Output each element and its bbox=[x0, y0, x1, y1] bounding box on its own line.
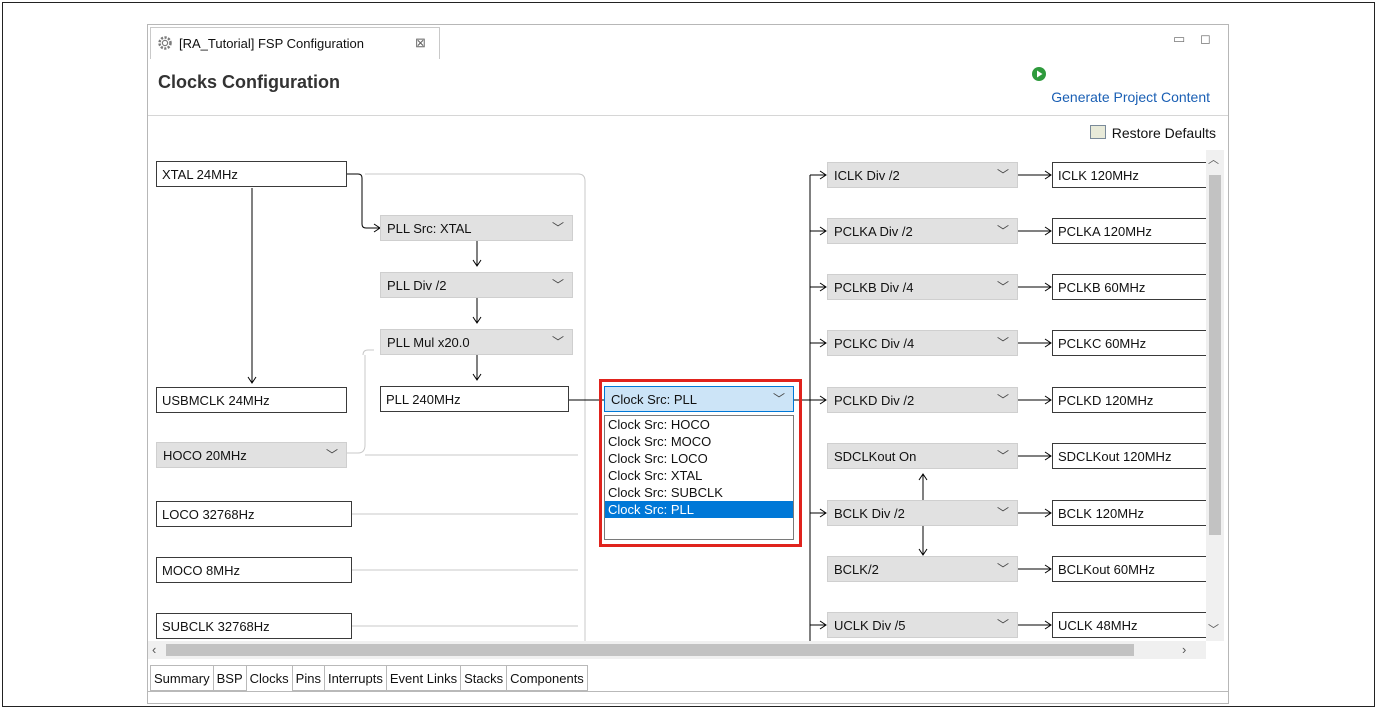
pclka-div-select[interactable]: PCLKA Div /2 ﹀ bbox=[827, 218, 1018, 244]
tab-interrupts[interactable]: Interrupts bbox=[324, 665, 387, 691]
bclk-div-select[interactable]: BCLK Div /2 ﹀ bbox=[827, 500, 1018, 526]
tab-bsp[interactable]: BSP bbox=[213, 665, 247, 691]
uclk-output: UCLK 48MHz bbox=[1052, 612, 1206, 638]
scroll-right-icon[interactable]: › bbox=[1182, 642, 1186, 657]
chevron-down-icon: ﹀ bbox=[551, 278, 564, 292]
pclkd-div-select[interactable]: PCLKD Div /2 ﹀ bbox=[827, 387, 1018, 413]
bclk-half-label: BCLK/2 bbox=[834, 562, 879, 577]
hoco-select[interactable]: HOCO 20MHz ﹀ bbox=[156, 442, 347, 468]
bclk-output: BCLK 120MHz bbox=[1052, 500, 1206, 526]
pll-mul-select[interactable]: PLL Mul x20.0 ﹀ bbox=[380, 329, 573, 355]
pll-mul-label: PLL Mul x20.0 bbox=[387, 335, 470, 350]
uclk-div-label: UCLK Div /5 bbox=[834, 618, 906, 633]
pll-output: PLL 240MHz bbox=[380, 386, 569, 412]
loco-source: LOCO 32768Hz bbox=[156, 501, 352, 527]
sdclkout-label: SDCLKout On bbox=[834, 449, 917, 464]
chevron-down-icon: ﹀ bbox=[996, 506, 1009, 520]
hoco-select-label: HOCO 20MHz bbox=[163, 448, 247, 463]
chevron-down-icon: ﹀ bbox=[996, 393, 1009, 407]
bottom-tab-bar: Summary BSP Clocks Pins Interrupts Event… bbox=[150, 665, 588, 692]
subclk-source: SUBCLK 32768Hz bbox=[156, 613, 352, 639]
chevron-down-icon: ﹀ bbox=[551, 221, 564, 235]
pll-div-label: PLL Div /2 bbox=[387, 278, 447, 293]
pclkb-output: PCLKB 60MHz bbox=[1052, 274, 1206, 300]
chevron-down-icon: ﹀ bbox=[996, 562, 1009, 576]
chevron-down-icon: ﹀ bbox=[996, 449, 1009, 463]
scroll-up-icon[interactable]: ︿ bbox=[1208, 151, 1219, 167]
clock-diagram: XTAL 24MHz USBMCLK 24MHz HOCO 20MHz ﹀ LOC… bbox=[148, 25, 1206, 641]
vertical-scrollbar-thumb[interactable] bbox=[1209, 175, 1221, 535]
uclk-div-select[interactable]: UCLK Div /5 ﹀ bbox=[827, 612, 1018, 638]
pll-div-select[interactable]: PLL Div /2 ﹀ bbox=[380, 272, 573, 298]
chevron-down-icon: ﹀ bbox=[996, 618, 1009, 632]
pclka-output: PCLKA 120MHz bbox=[1052, 218, 1206, 244]
pclka-div-label: PCLKA Div /2 bbox=[834, 224, 913, 239]
moco-source: MOCO 8MHz bbox=[156, 557, 352, 583]
pclkc-div-label: PCLKC Div /4 bbox=[834, 336, 915, 351]
pclkb-div-select[interactable]: PCLKB Div /4 ﹀ bbox=[827, 274, 1018, 300]
tab-clocks[interactable]: Clocks bbox=[246, 665, 293, 691]
xtal-source: XTAL 24MHz bbox=[156, 161, 347, 187]
usbmclk-source: USBMCLK 24MHz bbox=[156, 387, 347, 413]
scroll-down-icon[interactable]: ﹀ bbox=[1208, 621, 1219, 637]
clock-connections bbox=[247, 170, 1052, 641]
pclkb-div-label: PCLKB Div /4 bbox=[834, 280, 914, 295]
pclkd-div-label: PCLKD Div /2 bbox=[834, 393, 915, 408]
chevron-down-icon: ﹀ bbox=[996, 280, 1009, 294]
highlight-box bbox=[599, 379, 802, 547]
tab-stacks[interactable]: Stacks bbox=[461, 665, 508, 691]
pclkc-div-select[interactable]: PCLKC Div /4 ﹀ bbox=[827, 330, 1018, 356]
horizontal-scrollbar-thumb[interactable] bbox=[166, 644, 1134, 656]
iclk-output: ICLK 120MHz bbox=[1052, 162, 1206, 188]
fsp-configuration-editor: [RA_Tutorial] FSP Configuration ⊠ ▭ ◻ Cl… bbox=[147, 24, 1229, 704]
sdclkout-output: SDCLKout 120MHz bbox=[1052, 443, 1206, 469]
chevron-down-icon: ﹀ bbox=[325, 448, 338, 462]
scroll-left-icon[interactable]: ‹ bbox=[152, 642, 156, 657]
pclkc-output: PCLKC 60MHz bbox=[1052, 330, 1206, 356]
tab-components[interactable]: Components bbox=[507, 665, 588, 691]
bclkout-output: BCLKout 60MHz bbox=[1052, 556, 1206, 582]
sdclkout-select[interactable]: SDCLKout On ﹀ bbox=[827, 443, 1018, 469]
iclk-div-select[interactable]: ICLK Div /2 ﹀ bbox=[827, 162, 1018, 188]
bclk-div-label: BCLK Div /2 bbox=[834, 506, 905, 521]
tab-pins[interactable]: Pins bbox=[292, 665, 325, 691]
tab-summary[interactable]: Summary bbox=[150, 665, 214, 691]
chevron-down-icon: ﹀ bbox=[996, 168, 1009, 182]
pclkd-output: PCLKD 120MHz bbox=[1052, 387, 1206, 413]
pll-src-label: PLL Src: XTAL bbox=[387, 221, 472, 236]
chevron-down-icon: ﹀ bbox=[551, 335, 564, 349]
pll-src-select[interactable]: PLL Src: XTAL ﹀ bbox=[380, 215, 573, 241]
iclk-div-label: ICLK Div /2 bbox=[834, 168, 900, 183]
chevron-down-icon: ﹀ bbox=[996, 336, 1009, 350]
chevron-down-icon: ﹀ bbox=[996, 224, 1009, 238]
bclk-half-select[interactable]: BCLK/2 ﹀ bbox=[827, 556, 1018, 582]
tab-event-links[interactable]: Event Links bbox=[386, 665, 462, 691]
